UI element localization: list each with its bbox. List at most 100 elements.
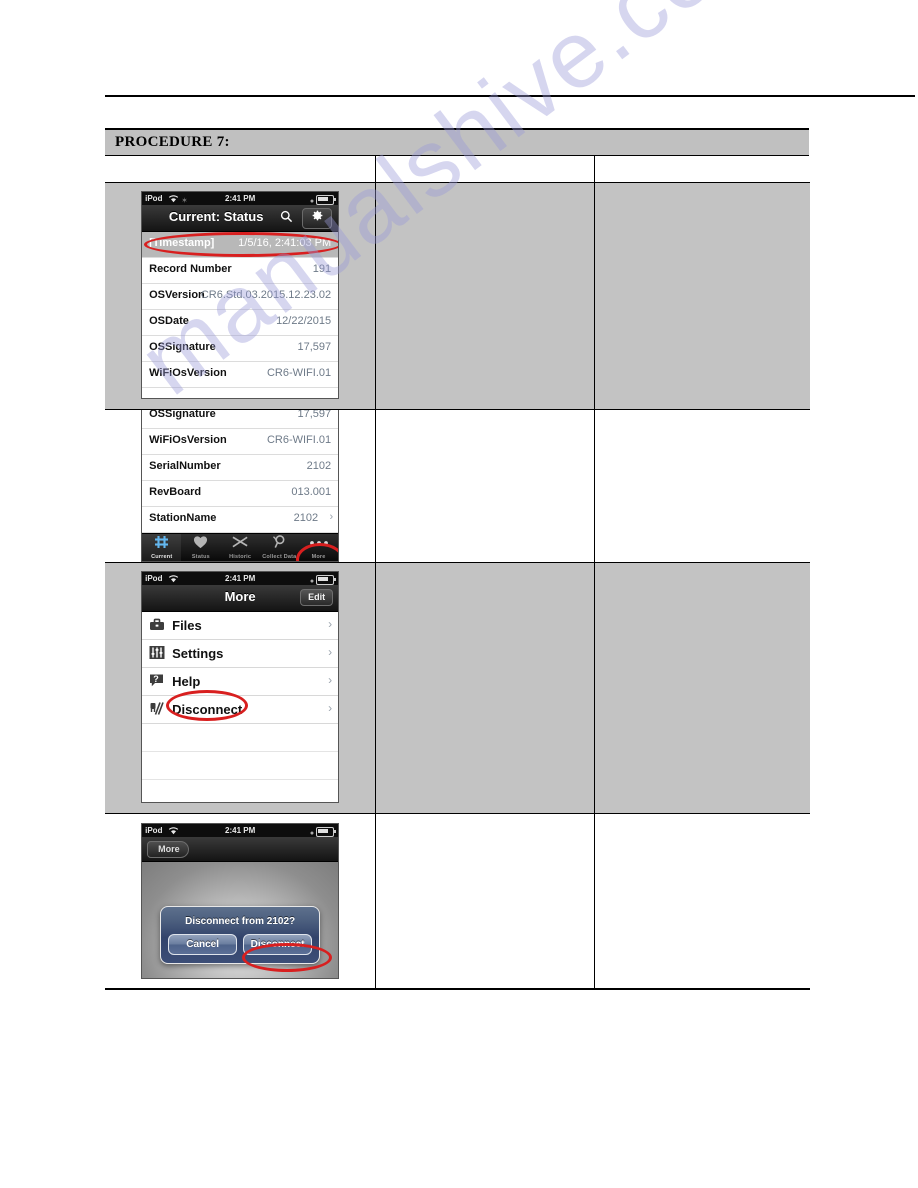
table-row: iPod 2:41 PM ● More Edit Files › Setting… bbox=[105, 562, 810, 814]
status-list-scrolled: OSSignature 17,597 WiFiOsVersion CR6-WIF… bbox=[142, 410, 339, 533]
disconnect-alert-dialog: Disconnect from 2102? Cancel Disconnect bbox=[160, 906, 321, 964]
menu-bottom-filler bbox=[142, 780, 339, 802]
status-bar: iPod 2:41 PM ● bbox=[142, 572, 339, 585]
list-item[interactable]: StationName 2102 › bbox=[142, 507, 339, 533]
list-item-label: StationName bbox=[149, 512, 217, 524]
heart-icon bbox=[181, 535, 220, 550]
chevron-right-icon: › bbox=[328, 701, 333, 715]
alert-backdrop: Disconnect from 2102? Cancel Disconnect bbox=[142, 862, 339, 978]
clock-label: 2:41 PM bbox=[225, 194, 256, 203]
tab-collect-data[interactable]: Collect Data bbox=[260, 534, 299, 561]
list-item-value: 013.001 bbox=[291, 486, 332, 498]
phone-more-menu: iPod 2:41 PM ● More Edit Files › Setting… bbox=[141, 571, 340, 803]
list-item-label: OSSignature bbox=[149, 410, 216, 420]
list-item[interactable]: OSSignature 17,597 bbox=[142, 410, 339, 429]
phone-status-scrolled: OSSignature 17,597 WiFiOsVersion CR6-WIF… bbox=[141, 410, 340, 562]
tab-bar: Current Status Historic Collect Data Mor… bbox=[142, 533, 339, 561]
cancel-button[interactable]: Cancel bbox=[168, 934, 238, 955]
tab-label: Current bbox=[151, 554, 173, 560]
menu-item-files[interactable]: Files › bbox=[142, 612, 339, 640]
phone-disconnect-alert: iPod 2:41 PM ● More Disconnect from 2102… bbox=[141, 823, 340, 979]
tab-label: Historic bbox=[229, 554, 252, 560]
menu-item-disconnect[interactable]: Disconnect › bbox=[142, 696, 339, 724]
tab-historic[interactable]: Historic bbox=[221, 534, 260, 561]
chevron-right-icon: › bbox=[328, 645, 333, 659]
alert-message: Disconnect from 2102? bbox=[185, 916, 296, 927]
nav-bar: Current: Status bbox=[142, 205, 339, 232]
status-bar: iPod 2:41 PM ● bbox=[142, 824, 339, 837]
nav-bar: More bbox=[142, 837, 339, 862]
row2-screenshot-cell: OSSignature 17,597 WiFiOsVersion CR6-WIF… bbox=[105, 409, 377, 563]
list-item-value: 1/5/16, 2:41:03 PM bbox=[238, 237, 332, 249]
alert-button-row: Cancel Disconnect bbox=[168, 934, 313, 955]
spacer-cell-1 bbox=[375, 156, 595, 183]
tab-current[interactable]: Current bbox=[142, 534, 182, 561]
list-item[interactable]: OSVersion CR6.Std.03.2015.12.23.02 bbox=[142, 284, 339, 310]
battery-icon bbox=[316, 195, 337, 205]
list-item-label: WiFiOsVersion bbox=[149, 434, 227, 446]
tab-more[interactable]: More bbox=[299, 534, 338, 561]
list-item[interactable]: SerialNumber 2102 bbox=[142, 455, 339, 481]
back-button[interactable]: More bbox=[147, 841, 189, 858]
nav-bar: More Edit bbox=[142, 585, 339, 612]
list-item[interactable]: Record Number 191 bbox=[142, 258, 339, 284]
list-item-label: [Timestamp] bbox=[149, 237, 215, 249]
edit-button[interactable]: Edit bbox=[300, 589, 334, 606]
list-item[interactable]: OSSignature 17,597 bbox=[142, 336, 339, 362]
menu-item-label: Files bbox=[172, 618, 202, 633]
menu-item-settings[interactable]: Settings › bbox=[142, 640, 339, 668]
list-item-label: WiFiOsVersion bbox=[149, 367, 227, 379]
table-row: iPod 2:41 PM ● More Disconnect from 2102… bbox=[105, 813, 810, 990]
page-header-rule bbox=[105, 95, 915, 97]
confirm-disconnect-button[interactable]: Disconnect bbox=[243, 934, 313, 955]
gear-icon[interactable] bbox=[302, 208, 333, 229]
row4-notes-cell bbox=[375, 813, 595, 990]
menu-item-help[interactable]: ? Help › bbox=[142, 668, 339, 696]
magnifier-data-icon bbox=[260, 535, 299, 550]
tab-status[interactable]: Status bbox=[181, 534, 220, 561]
clock-label: 2:41 PM bbox=[225, 574, 256, 583]
list-item[interactable]: [Timestamp] 1/5/16, 2:41:03 PM bbox=[142, 232, 339, 258]
chevron-right-icon: › bbox=[328, 673, 333, 687]
menu-empty-row bbox=[142, 752, 339, 780]
menu-item-label: Settings bbox=[172, 646, 224, 661]
list-item-value: CR6.Std.03.2015.12.23.02 bbox=[200, 289, 332, 301]
list-item-label: OSDate bbox=[149, 315, 189, 327]
row3-extra-cell bbox=[593, 562, 810, 814]
chevron-right-icon: › bbox=[329, 511, 334, 523]
more-menu-list: Files › Settings › ? Help › Disconnect › bbox=[142, 612, 339, 802]
list-item-label: OSVersion bbox=[149, 289, 205, 301]
list-item[interactable]: WiFiOsVersion CR6-WIFI.01 bbox=[142, 429, 339, 455]
list-item-label: Record Number bbox=[149, 263, 232, 275]
procedure-table: iPod ✶ 2:41 PM ● Current: Status [Timest… bbox=[105, 156, 810, 990]
list-item-value: 2102 bbox=[306, 460, 332, 472]
briefcase-icon bbox=[148, 617, 165, 634]
list-item-value: 12/22/2015 bbox=[276, 315, 332, 327]
spacer-cell-2 bbox=[593, 156, 810, 183]
grid-hash-icon bbox=[142, 535, 181, 550]
phone-current-status: iPod ✶ 2:41 PM ● Current: Status [Timest… bbox=[141, 191, 340, 399]
tab-label: Status bbox=[191, 554, 210, 560]
tab-label: More bbox=[311, 554, 326, 560]
sliders-icon bbox=[148, 645, 165, 662]
list-item-value: CR6-WIFI.01 bbox=[266, 367, 332, 379]
list-item[interactable]: RevBoard 013.001 bbox=[142, 481, 339, 507]
row1-extra-cell bbox=[593, 182, 810, 410]
list-item-value: 191 bbox=[312, 263, 332, 275]
chart-line-icon bbox=[221, 535, 260, 550]
list-bottom-filler bbox=[142, 388, 339, 398]
tab-label: Collect Data bbox=[262, 554, 297, 560]
list-item[interactable]: OSDate 12/22/2015 bbox=[142, 310, 339, 336]
list-item-value: CR6-WIFI.01 bbox=[266, 434, 332, 446]
battery-icon bbox=[316, 827, 337, 837]
search-icon[interactable] bbox=[279, 210, 294, 225]
procedure-title-bar: PROCEDURE 7: bbox=[105, 128, 809, 156]
status-bar: iPod ✶ 2:41 PM ● bbox=[142, 192, 339, 205]
list-item[interactable]: WiFiOsVersion CR6-WIFI.01 bbox=[142, 362, 339, 388]
list-item-label: RevBoard bbox=[149, 486, 202, 498]
row4-screenshot-cell: iPod 2:41 PM ● More Disconnect from 2102… bbox=[105, 813, 377, 990]
list-item-value: 2102 bbox=[293, 512, 319, 524]
list-item-label: SerialNumber bbox=[149, 460, 221, 472]
question-flag-icon: ? bbox=[148, 673, 165, 690]
list-item-value: 17,597 bbox=[297, 410, 332, 420]
